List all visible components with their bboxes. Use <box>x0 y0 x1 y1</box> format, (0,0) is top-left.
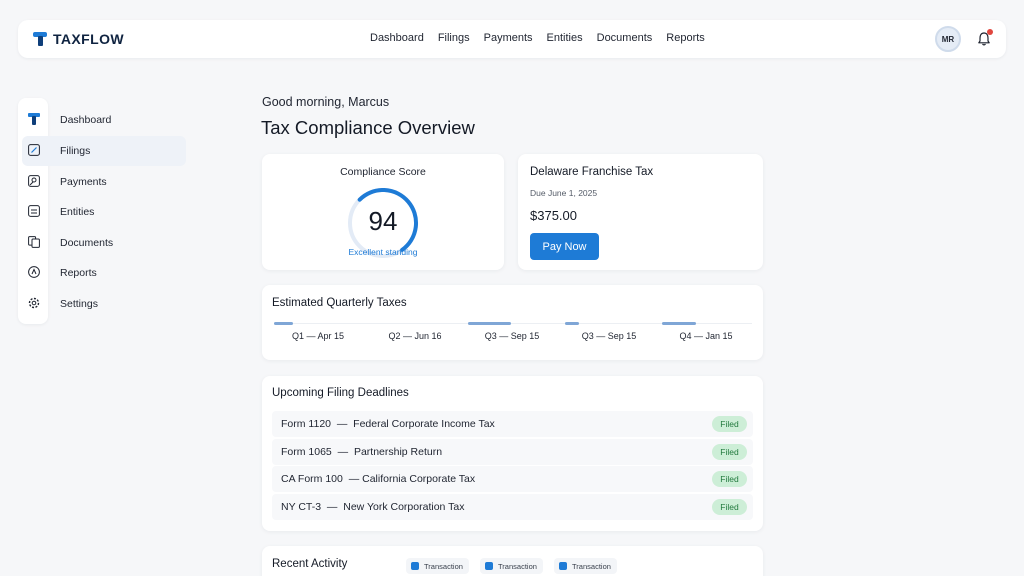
avatar[interactable]: MR <box>935 26 961 52</box>
quarter-label: Q2 — Jun 16 <box>388 331 442 341</box>
sidebar-item-label: Reports <box>60 267 97 279</box>
status-badge: Filed <box>712 416 747 432</box>
gear-icon <box>28 297 40 309</box>
compliance-status: Excellent standing <box>348 247 418 257</box>
nav-item-documents[interactable]: Documents <box>597 32 653 44</box>
pay-now-button[interactable]: Pay Now <box>530 233 599 260</box>
deadline-text: Form 1065 — Partnership Return <box>281 446 443 458</box>
sidebar-item-label: Documents <box>60 237 114 249</box>
deadline-text: NY CT-3 — New York Corporation Tax <box>281 501 465 513</box>
quarter-progress <box>468 322 512 325</box>
sidebar-item-label: Payments <box>60 176 107 188</box>
quarter-label: Q4 — Jan 15 <box>679 331 733 341</box>
quarter-progress <box>565 322 580 325</box>
filing-deadlines-title: Upcoming Filing Deadlines <box>272 387 409 399</box>
quarter-label: Q3 — Sep 15 <box>484 331 540 341</box>
deadline-row[interactable]: NY CT-3 — New York Corporation Tax Filed <box>272 494 753 520</box>
transaction-icon <box>559 562 567 570</box>
nav-item-dashboard[interactable]: Dashboard <box>370 32 424 44</box>
page-title: Tax Compliance Overview <box>261 117 475 138</box>
nav-item-entities[interactable]: Entities <box>547 32 583 44</box>
greeting: Good morning, Marcus <box>262 95 390 109</box>
franchise-tax-due-date: Due June 1, 2025 <box>530 188 598 198</box>
sidebar-item-documents[interactable]: Documents <box>22 228 186 258</box>
brand-name: TAXFLOW <box>53 31 124 47</box>
transaction-icon <box>485 562 493 570</box>
sidebar-item-payments[interactable]: Payments <box>22 167 186 197</box>
payment-icon <box>28 175 40 187</box>
activity-chip-label: Transaction <box>424 561 463 571</box>
sidebar-item-entities[interactable]: Entities <box>22 197 186 227</box>
quarter-label: Q3 — Sep 15 <box>581 331 637 341</box>
filing-deadlines-card: Upcoming Filing Deadlines Form 1120 — Fe… <box>262 376 763 531</box>
top-nav: Dashboard Filings Payments Entities Docu… <box>370 32 705 44</box>
sidebar-item-settings[interactable]: Settings <box>22 289 186 319</box>
brand-logo[interactable]: TAXFLOW <box>33 31 124 47</box>
activity-chip[interactable]: Transaction <box>554 558 617 574</box>
nav-item-filings[interactable]: Filings <box>438 32 470 44</box>
franchise-tax-card: Delaware Franchise Tax Due June 1, 2025 … <box>518 154 763 270</box>
nav-item-payments[interactable]: Payments <box>484 32 533 44</box>
activity-chip[interactable]: Transaction <box>480 558 543 574</box>
quarter-progress <box>274 322 294 325</box>
logo-icon <box>33 32 47 46</box>
building-icon <box>28 205 40 217</box>
documents-icon <box>28 236 40 248</box>
bell-icon[interactable] <box>976 29 993 47</box>
quarterly-taxes-title: Estimated Quarterly Taxes <box>272 297 407 309</box>
activity-chip[interactable]: Transaction <box>406 558 469 574</box>
compliance-score-value: 94 <box>368 206 398 236</box>
sidebar-item-dashboard[interactable]: Dashboard <box>22 105 186 135</box>
sidebar-item-label: Filings <box>60 145 91 157</box>
deadline-row[interactable]: CA Form 100 — California Corporate Tax F… <box>272 466 753 492</box>
notification-dot <box>987 29 993 35</box>
sidebar-item-filings[interactable]: Filings <box>22 136 186 166</box>
status-badge: Filed <box>712 499 747 515</box>
franchise-tax-amount: $375.00 <box>530 208 577 223</box>
quarter-progress <box>662 322 696 325</box>
transaction-icon <box>411 562 419 570</box>
deadline-text: Form 1120 — Federal Corporate Income Tax <box>281 418 495 430</box>
sidebar-item-reports[interactable]: Reports <box>22 258 186 288</box>
franchise-tax-title: Delaware Franchise Tax <box>530 166 654 178</box>
quarter-label: Q1 — Apr 15 <box>291 331 345 341</box>
recent-activity-title: Recent Activity <box>272 558 348 570</box>
edit-icon <box>28 144 40 156</box>
logo-icon <box>28 113 40 125</box>
compliance-score-card: Compliance Score 94 Excellent standing <box>262 154 504 270</box>
recent-activity-card: Recent Activity Transaction Transaction … <box>262 546 763 576</box>
quarterly-taxes-card: Estimated Quarterly Taxes Q1 — Apr 15 Q2… <box>262 285 763 360</box>
deadline-text: CA Form 100 — California Corporate Tax <box>281 473 476 485</box>
deadline-row[interactable]: Form 1065 — Partnership Return Filed <box>272 439 753 465</box>
sidebar-item-label: Dashboard <box>60 114 112 126</box>
status-badge: Filed <box>712 444 747 460</box>
compliance-score-label: Compliance Score <box>340 166 426 178</box>
nav-item-reports[interactable]: Reports <box>666 32 705 44</box>
top-bar: TAXFLOW Dashboard Filings Payments Entit… <box>18 20 1006 58</box>
activity-chip-label: Transaction <box>572 561 611 571</box>
sidebar-item-label: Entities <box>60 206 95 218</box>
activity-chip-label: Transaction <box>498 561 537 571</box>
deadline-row[interactable]: Form 1120 — Federal Corporate Income Tax… <box>272 411 753 437</box>
reports-icon <box>28 266 40 278</box>
sidebar-item-label: Settings <box>60 298 98 310</box>
status-badge: Filed <box>712 471 747 487</box>
